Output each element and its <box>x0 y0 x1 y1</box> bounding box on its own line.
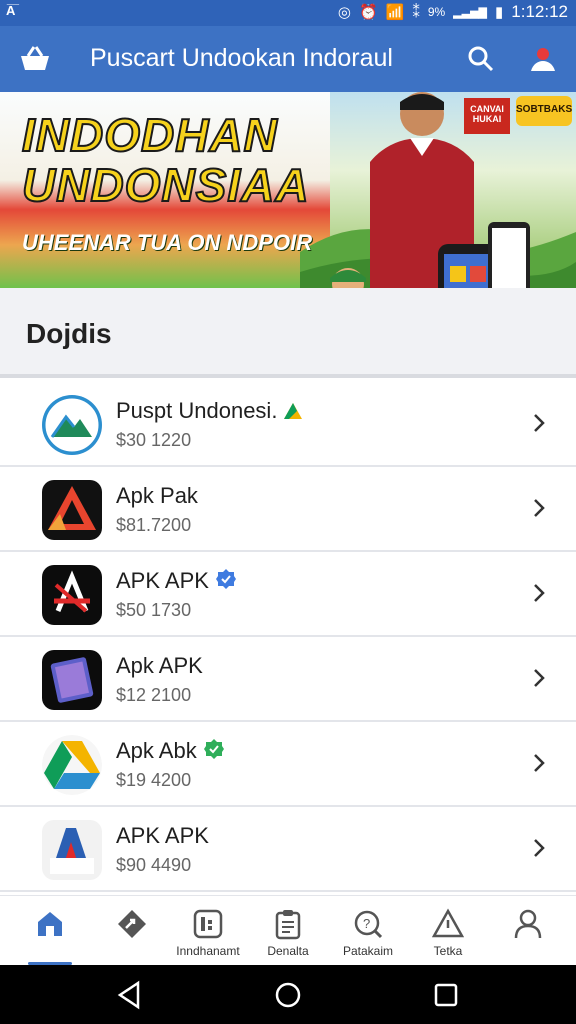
app-price: $81.7200 <box>116 515 192 535</box>
list-item[interactable]: Apk Abk $19 4200 <box>0 722 576 807</box>
tab-label: Denalta <box>267 944 309 958</box>
page-title: Puscart Undookan Indoraul <box>90 44 393 72</box>
ppp-logo-icon <box>50 828 94 874</box>
alarm-icon: ⏰ <box>358 4 378 21</box>
red-triangle-logo-icon <box>48 486 96 530</box>
home-circle-icon[interactable] <box>272 979 304 1011</box>
warning-triangle-icon <box>432 908 464 938</box>
list-item[interactable]: APK APK $50 1730 <box>0 552 576 637</box>
list-item[interactable]: Apk APK $12 2100 <box>0 637 576 722</box>
clock: 1:12:12 <box>511 2 568 21</box>
svg-text:?: ? <box>363 916 370 931</box>
app-price: $30 1220 <box>116 430 192 450</box>
system-nav-bar <box>0 965 576 1024</box>
profile-button[interactable] <box>522 38 564 80</box>
app-list: Puspt Undonesi. $30 1220 Apk Pak $81.720… <box>0 382 576 892</box>
tab-patakaim[interactable]: ? Patakaim <box>328 896 408 966</box>
list-item[interactable]: Apk Pak $81.7200 <box>0 467 576 552</box>
app-name: Apk Pak <box>116 483 198 508</box>
status-bar: A̅̅̅ ◎ ⏰ 📶 ⁑ 9% ▂▃▅▇ ▮ 1:12:12 <box>0 0 576 26</box>
tab-label: Inndhanamt <box>176 944 240 958</box>
app-name: APK APK <box>116 568 237 594</box>
app-icon-tablet <box>42 650 102 710</box>
phone-small-illustration <box>488 222 530 288</box>
grid-box-icon <box>193 909 223 939</box>
sync-icon: ◎ <box>337 4 351 21</box>
bottom-nav: Inndhanamt Denalta ? Patakaim Tetka <box>0 895 576 965</box>
app-price: $12 2100 <box>116 685 192 705</box>
chevron-right-icon <box>534 584 545 602</box>
list-item[interactable]: Puspt Undonesi. $30 1220 <box>0 382 576 467</box>
banner-headline-1: INDODHAN <box>21 109 278 161</box>
chevron-right-icon <box>534 754 545 772</box>
home-icon <box>38 912 62 936</box>
app-price: $19 4200 <box>116 770 192 790</box>
carrier-label: A̅̅̅ <box>6 3 16 18</box>
app-icon-triangle <box>42 480 102 540</box>
app-price: $90 4490 <box>116 855 192 875</box>
app-name: Apk APK <box>116 653 203 678</box>
verified-badge-green-icon <box>203 739 224 759</box>
app-name: Apk Abk <box>116 738 225 764</box>
app-name: APK APK <box>116 823 209 848</box>
search-button[interactable] <box>460 38 502 80</box>
banner-badge-right: SOBTBAKS <box>516 96 572 126</box>
app-price: $50 1730 <box>116 600 192 620</box>
section-title: Dojdis <box>26 318 112 349</box>
app-icon-mountain <box>42 395 102 455</box>
user-alert-icon <box>531 48 555 71</box>
basket-icon <box>21 46 49 70</box>
battery-icon: ▮ <box>495 4 504 21</box>
app-bar: Puscart Undookan Indoraul <box>0 26 576 92</box>
diamond-arrow-icon <box>118 910 146 938</box>
triangle-badge-icon <box>284 403 303 419</box>
app-icon-drive <box>42 735 102 795</box>
tab-inndhanamt[interactable]: Inndhanamt <box>168 896 248 966</box>
banner-headline-2: UNDONSIAA <box>21 159 310 211</box>
status-icons: ◎ ⏰ 📶 ⁑ 9% ▂▃▅▇ ▮ 1:12:12 <box>338 2 568 22</box>
tab-profile[interactable] <box>488 896 568 966</box>
banner-badge-left: CANVAI HUKAI <box>464 98 510 134</box>
tab-denalta[interactable]: Denalta <box>248 896 328 966</box>
drive-logo-icon <box>42 735 102 795</box>
tab-tetka[interactable]: Tetka <box>408 896 488 966</box>
chevron-right-icon <box>534 839 545 857</box>
signal-icon: ▂▃▅▇ <box>453 6 487 19</box>
back-icon[interactable] <box>114 979 146 1011</box>
recents-icon[interactable] <box>430 979 462 1011</box>
tab-label: Patakaim <box>342 944 394 958</box>
user-icon <box>514 909 542 939</box>
section-header: Dojdis <box>0 288 576 378</box>
tab-apps[interactable] <box>92 896 172 966</box>
promo-banner[interactable]: INDODHAN UNDONSIAA UHEENAR TUA ON NDPOIR… <box>0 92 576 288</box>
clipboard-icon <box>275 910 301 940</box>
app-name: Puspt Undonesi. <box>116 398 303 424</box>
vibrate-icon: ⁑ <box>412 4 420 21</box>
banner-tagline: UHEENAR TUA ON NDPOIR <box>22 230 313 255</box>
search-icon <box>468 46 494 72</box>
chevron-right-icon <box>534 669 545 687</box>
chevron-right-icon <box>534 499 545 517</box>
red-a-logo-icon <box>54 570 90 613</box>
wifi-icon: 📶 <box>385 4 405 21</box>
battery-percent: 9% <box>427 5 446 19</box>
mountain-logo-icon <box>42 395 102 455</box>
cart-button[interactable] <box>14 38 56 80</box>
verified-badge-icon <box>215 569 236 589</box>
app-icon-red-a <box>42 565 102 625</box>
app-icon-ppp <box>42 820 102 880</box>
tab-label: Tetka <box>433 944 463 958</box>
kid-illustration-center <box>330 268 366 288</box>
chevron-right-icon <box>534 414 545 432</box>
list-item[interactable]: APK APK $90 4490 <box>0 807 576 892</box>
help-search-icon: ? <box>354 910 383 939</box>
tab-home[interactable] <box>10 896 90 966</box>
tablet-logo-icon <box>50 657 94 703</box>
